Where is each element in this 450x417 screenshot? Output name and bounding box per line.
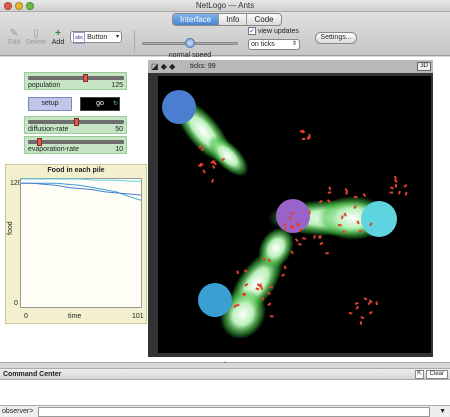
tab-bar: Interface Info Code	[172, 13, 282, 26]
ticks-value: 99	[207, 63, 216, 70]
setup-button[interactable]: setup	[28, 97, 72, 111]
clear-button[interactable]: Clear	[425, 370, 448, 379]
slider-track	[28, 76, 124, 80]
history-dropdown-icon[interactable]: ▼	[439, 406, 446, 417]
toolbar: Interface Info Code ✎ Edit ▯ Delete + Ad…	[0, 12, 450, 59]
view-control-strip: ◪ ◆ ◆ ticks: 99 3D	[148, 60, 433, 73]
update-mode-value: on ticks	[251, 41, 275, 48]
speed-slider-knob[interactable]	[185, 38, 195, 48]
trash-icon: ▯	[33, 28, 39, 39]
slider-value: 50	[115, 126, 123, 133]
command-center: Command Center ⇱ Clear observer> ▼	[0, 368, 450, 417]
window-title: NetLogo — Ants	[195, 1, 255, 10]
slider-knob[interactable]	[37, 138, 43, 146]
chevron-updown-icon: ⇕	[291, 41, 297, 47]
ant-63	[308, 210, 311, 215]
plot-x-axis-label: time	[68, 313, 82, 320]
ant-19	[342, 230, 346, 233]
plus-icon: +	[55, 28, 61, 39]
threed-button[interactable]: 3D	[417, 62, 431, 71]
edit-button[interactable]: ✎ Edit	[2, 28, 26, 46]
update-mode-select[interactable]: on ticks ⇕	[248, 39, 300, 50]
slider-value: 125	[111, 82, 123, 89]
zoom-window-button[interactable]	[26, 2, 34, 10]
plot-area	[20, 178, 142, 308]
close-window-button[interactable]	[4, 2, 12, 10]
plot-y-axis-label: food	[7, 221, 14, 235]
ticks-counter: ticks: 99	[190, 60, 216, 73]
food-plot: Food in each pile food 120 0 0 time 101	[5, 164, 147, 324]
plot-y-min-label: 0	[14, 300, 18, 307]
window-controls	[4, 2, 34, 10]
delete-button[interactable]: ▯ Delete	[24, 28, 48, 46]
slider-label: population	[28, 82, 61, 89]
slider-label: evaporation-rate	[28, 146, 79, 153]
forever-icon: ↻	[112, 101, 118, 107]
ant-72	[389, 191, 394, 194]
widget-type-select[interactable]: abc Button ▾	[70, 31, 122, 44]
food-pile-2	[198, 283, 232, 317]
observer-agent-selector[interactable]: observer>	[2, 406, 33, 417]
chevron-down-icon: ▾	[115, 34, 119, 40]
ticks-label: ticks:	[190, 63, 206, 70]
settings-button[interactable]: Settings...	[315, 32, 357, 44]
view-updates-toggle[interactable]: ✓ view updates	[248, 27, 299, 35]
add-label: Add	[51, 39, 65, 46]
slider-label: diffusion-rate	[28, 126, 69, 133]
view-controls-icon[interactable]: ◪ ◆ ◆	[151, 60, 175, 73]
toolbar-divider	[134, 30, 135, 52]
plot-title: Food in each pile	[47, 167, 105, 174]
view-updates-label: view updates	[258, 27, 299, 35]
go-label: go	[96, 100, 104, 107]
plot-x-min-label: 0	[24, 313, 28, 320]
ant-49	[269, 315, 274, 318]
slider-population[interactable]: population 125	[24, 72, 127, 90]
view-updates-checkbox[interactable]: ✓	[248, 27, 256, 35]
tab-info[interactable]: Info	[219, 14, 248, 25]
plot-canvas	[20, 178, 142, 308]
minimize-window-button[interactable]	[15, 2, 23, 10]
edit-label: Edit	[7, 39, 21, 46]
add-button[interactable]: + Add	[46, 28, 70, 46]
tab-interface[interactable]: Interface	[173, 14, 220, 25]
food-pile-3	[361, 201, 397, 237]
ant-80	[301, 137, 306, 141]
food-pile-1	[162, 90, 196, 124]
interface-panel: population 125 setup go ↻ diffusion-rate…	[0, 57, 450, 362]
ant-26	[325, 252, 329, 255]
plot-x-max-label: 101	[132, 313, 144, 320]
tab-code[interactable]: Code	[247, 14, 280, 25]
slider-evaporation-rate[interactable]: evaporation-rate 10	[24, 136, 127, 154]
ant-90	[359, 321, 362, 325]
slider-value: 10	[115, 146, 123, 153]
world-view: ◪ ◆ ◆ ticks: 99 3D	[148, 60, 433, 357]
command-center-title: Command Center	[0, 369, 450, 380]
window-titlebar: NetLogo — Ants	[0, 0, 450, 12]
ant-18	[338, 224, 342, 227]
ant-86	[375, 301, 378, 306]
popout-icon[interactable]: ⇱	[415, 370, 424, 379]
button-widget-icon: abc	[73, 32, 86, 44]
command-input[interactable]	[38, 407, 430, 417]
slider-track	[28, 140, 124, 144]
command-input-row: observer> ▼	[0, 405, 450, 417]
slider-knob[interactable]	[82, 74, 88, 82]
ant-27	[327, 191, 332, 194]
pencil-icon: ✎	[9, 28, 19, 39]
slider-knob[interactable]	[73, 118, 79, 126]
delete-label: Delete	[25, 39, 47, 46]
widget-type-value: Button	[87, 34, 108, 41]
world-canvas[interactable]	[158, 76, 431, 353]
go-button[interactable]: go ↻	[80, 97, 120, 111]
slider-diffusion-rate[interactable]: diffusion-rate 50	[24, 116, 127, 134]
